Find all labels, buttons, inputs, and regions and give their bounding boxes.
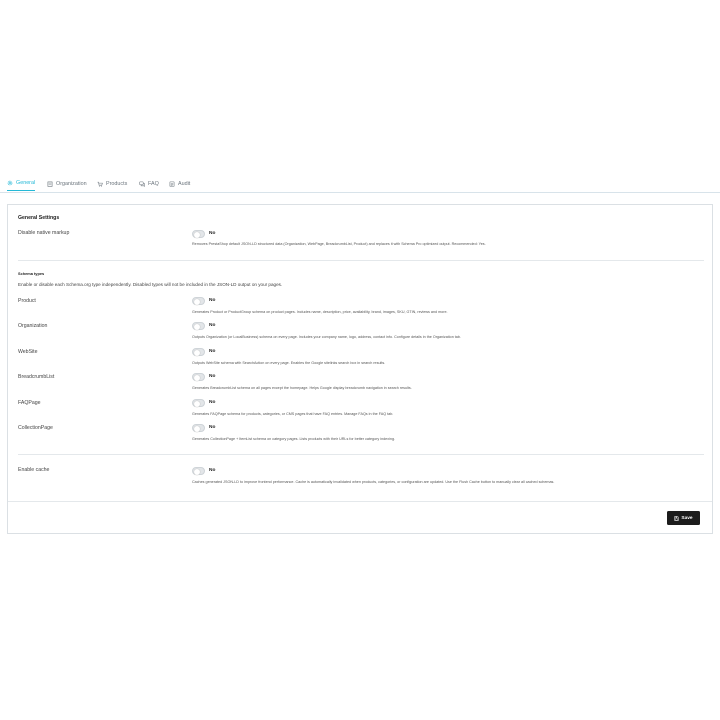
- product-toggle[interactable]: [192, 297, 205, 305]
- breadcrumblist-label: BreadcrumbList: [18, 374, 55, 380]
- tab-label: Organization: [56, 180, 87, 187]
- tab-label: Products: [106, 180, 128, 187]
- website-help: Outputs WebSite schema with SearchAction…: [192, 361, 386, 365]
- product-help: Generates Product or ProductGroup schema…: [192, 310, 448, 314]
- tab-general[interactable]: General: [7, 176, 36, 191]
- toggle-value: No: [209, 323, 216, 328]
- tab-organization[interactable]: Organization: [47, 176, 87, 191]
- schema-types-title: Schema types: [18, 271, 45, 276]
- collectionpage-label: CollectionPage: [18, 425, 53, 431]
- enable-cache-help: Caches generated JSON-LD to improve fron…: [192, 480, 555, 484]
- general-settings-panel: General Settings Disable native markup N…: [7, 204, 713, 534]
- tab-faq[interactable]: FAQ: [139, 176, 159, 191]
- enable-cache-label: Enable cache: [18, 467, 50, 473]
- product-label: Product: [18, 298, 36, 304]
- save-button[interactable]: Save: [667, 511, 700, 525]
- tab-products[interactable]: Products: [97, 176, 127, 191]
- toggle-value: No: [209, 425, 216, 430]
- breadcrumblist-toggle[interactable]: [192, 373, 205, 381]
- panel-title: General Settings: [18, 215, 60, 221]
- faqpage-toggle[interactable]: [192, 399, 205, 407]
- collectionpage-help: Generates CollectionPage + ItemList sche…: [192, 437, 396, 441]
- disable-native-label: Disable native markup: [18, 230, 70, 236]
- clipboard-icon: [169, 181, 175, 187]
- tab-label: FAQ: [148, 180, 159, 187]
- divider: [18, 454, 704, 455]
- toggle-knob: [193, 374, 200, 381]
- organization-help: Outputs Organization (or LocalBusiness) …: [192, 335, 461, 339]
- tab-label: General: [16, 180, 36, 186]
- divider: [18, 260, 704, 261]
- breadcrumblist-help: Generates BreadcrumbList schema on all p…: [192, 386, 412, 390]
- toggle-knob: [193, 468, 200, 475]
- collectionpage-toggle[interactable]: [192, 424, 205, 432]
- toggle-knob: [193, 400, 200, 407]
- website-label: WebSite: [18, 349, 38, 355]
- toggle-value: No: [209, 374, 216, 379]
- building-icon: [47, 181, 53, 187]
- tab-audit[interactable]: Audit: [169, 176, 190, 191]
- faqpage-help: Generates FAQPage schema for products, c…: [192, 412, 394, 416]
- organization-label: Organization: [18, 323, 48, 329]
- gear-icon: [7, 180, 13, 186]
- schema-types-description: Enable or disable each Schema.org type i…: [18, 282, 283, 287]
- toggle-knob: [193, 425, 200, 432]
- cart-icon: [97, 181, 103, 187]
- save-button-label: Save: [681, 515, 693, 521]
- toggle-knob: [193, 298, 200, 305]
- toggle-value: No: [209, 349, 216, 354]
- toggle-knob: [193, 349, 200, 356]
- disable-native-help: Removes PrestaShop default JSON-LD struc…: [192, 242, 486, 246]
- toggle-value: No: [209, 231, 216, 236]
- toggle-knob: [193, 323, 200, 330]
- faqpage-label: FAQPage: [18, 400, 41, 406]
- panel-footer-divider: [8, 501, 712, 502]
- website-toggle[interactable]: [192, 348, 205, 356]
- enable-cache-toggle[interactable]: [192, 467, 205, 475]
- tab-label: Audit: [178, 180, 191, 187]
- chat-icon: [139, 181, 145, 187]
- organization-toggle[interactable]: [192, 322, 205, 330]
- toggle-value: No: [209, 298, 216, 303]
- save-icon: [674, 515, 680, 521]
- toggle-value: No: [209, 468, 216, 473]
- toggle-knob: [193, 231, 200, 238]
- tab-bar: General Organization Products FAQ Audit: [0, 176, 720, 193]
- toggle-value: No: [209, 400, 216, 405]
- disable-native-toggle[interactable]: [192, 230, 205, 238]
